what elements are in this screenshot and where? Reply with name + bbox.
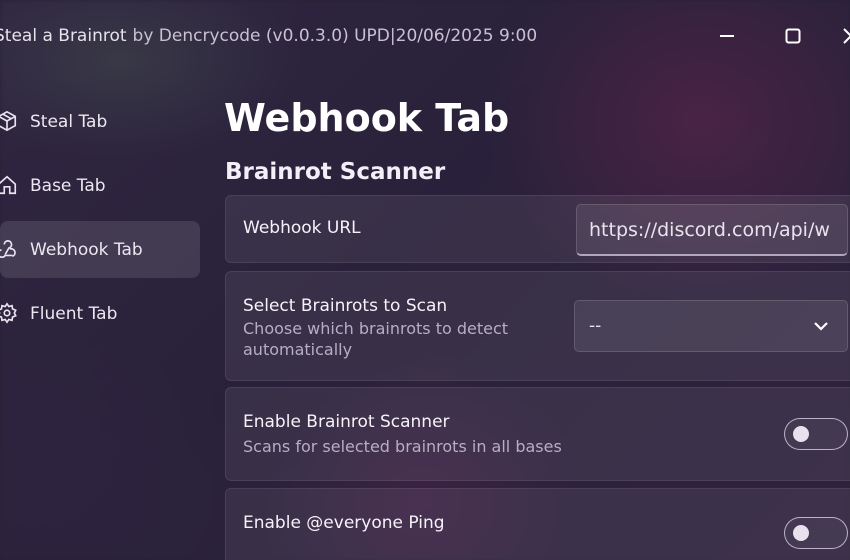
sidebar-item-label: Webhook Tab bbox=[30, 239, 143, 260]
enable-scanner-toggle[interactable] bbox=[784, 418, 848, 450]
page-title: Webhook Tab bbox=[224, 96, 510, 140]
dropdown-selected-value: -- bbox=[589, 316, 602, 336]
webhook-url-label: Webhook URL bbox=[243, 218, 361, 238]
select-brainrots-dropdown[interactable]: -- bbox=[574, 300, 848, 352]
enable-scanner-card: Enable Brainrot Scanner Scans for select… bbox=[225, 387, 850, 481]
maximize-button[interactable] bbox=[778, 22, 808, 50]
enable-scanner-description: Scans for selected brainrots in all base… bbox=[243, 437, 562, 456]
toggle-knob bbox=[793, 426, 809, 442]
home-icon bbox=[0, 174, 20, 198]
app-name: Steal a Brainrot bbox=[0, 26, 127, 46]
toggle-knob bbox=[793, 525, 809, 541]
app-version-info: by Dencrycode (v0.0.3.0) UPD|20/06/2025 … bbox=[132, 26, 538, 46]
chevron-down-icon bbox=[811, 316, 831, 336]
sidebar-item-steal-tab[interactable]: Steal Tab bbox=[0, 93, 200, 150]
enable-ping-toggle[interactable] bbox=[784, 517, 848, 549]
window-title: Steal a Brainrot by Dencrycode (v0.0.3.0)… bbox=[0, 26, 537, 46]
webhook-url-card: Webhook URL https://discord.com/api/w bbox=[225, 195, 850, 263]
close-button[interactable] bbox=[836, 22, 850, 50]
sidebar-item-webhook-tab[interactable]: Webhook Tab bbox=[0, 221, 200, 278]
webhook-url-input[interactable]: https://discord.com/api/w bbox=[576, 204, 848, 256]
gear-icon bbox=[0, 301, 20, 326]
enable-scanner-label: Enable Brainrot Scanner bbox=[243, 412, 450, 432]
sidebar-item-label: Base Tab bbox=[30, 175, 106, 196]
minimize-button[interactable] bbox=[712, 22, 742, 50]
enable-ping-card: Enable @everyone Ping bbox=[225, 488, 850, 560]
sidebar-item-fluent-tab[interactable]: Fluent Tab bbox=[0, 285, 200, 342]
select-brainrots-label: Select Brainrots to Scan bbox=[243, 296, 448, 316]
minimize-icon bbox=[720, 35, 734, 37]
webhook-icon bbox=[0, 238, 20, 262]
section-title: Brainrot Scanner bbox=[225, 159, 446, 185]
close-icon bbox=[843, 28, 850, 44]
select-brainrots-description: Choose which brainrots to detect automat… bbox=[243, 319, 509, 359]
script-window: Steal a Brainrot by Dencrycode (v0.0.3.0)… bbox=[0, 0, 850, 560]
enable-ping-label: Enable @everyone Ping bbox=[243, 513, 445, 533]
sidebar-item-label: Fluent Tab bbox=[30, 303, 118, 324]
sidebar-item-label: Steal Tab bbox=[30, 111, 108, 132]
package-icon bbox=[0, 110, 20, 134]
maximize-icon bbox=[785, 28, 801, 44]
title-bar[interactable]: Steal a Brainrot by Dencrycode (v0.0.3.0)… bbox=[0, 0, 850, 74]
sidebar-item-base-tab[interactable]: Base Tab bbox=[0, 157, 200, 214]
select-brainrots-card: Select Brainrots to Scan Choose which br… bbox=[225, 271, 850, 381]
